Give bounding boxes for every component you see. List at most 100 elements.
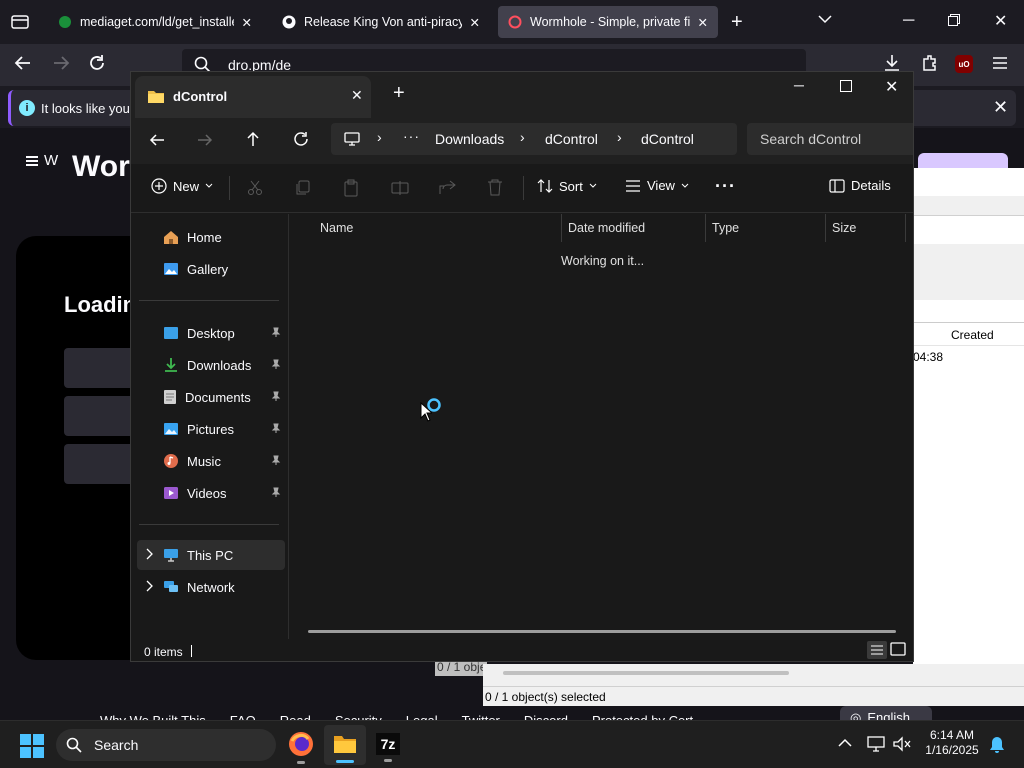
breadcrumb-item[interactable]: Downloads	[435, 131, 504, 147]
chevron-right-icon[interactable]	[145, 580, 153, 592]
delete-icon[interactable]	[487, 179, 503, 196]
chevron-right-icon[interactable]: ›	[617, 129, 622, 145]
up-arrow-icon[interactable]	[245, 131, 261, 147]
horizontal-scrollbar[interactable]	[308, 630, 896, 633]
restore-icon[interactable]	[948, 14, 960, 26]
reload-icon[interactable]	[88, 54, 106, 72]
back-arrow-icon[interactable]	[14, 54, 32, 72]
column-created[interactable]: Created	[951, 328, 994, 342]
share-icon[interactable]	[439, 179, 457, 195]
paste-icon[interactable]	[343, 179, 359, 197]
network-status-icon[interactable]	[867, 736, 885, 752]
back-arrow-icon[interactable]	[149, 132, 165, 148]
sort-button[interactable]: Sort	[537, 178, 597, 194]
nav-item-videos[interactable]: Videos	[137, 478, 285, 508]
chevron-up-icon[interactable]	[838, 738, 852, 748]
site-title: Wor	[72, 150, 130, 183]
close-icon[interactable]: ✕	[470, 15, 480, 30]
browser-tab[interactable]: Release King Von anti-piracy sc... ✕	[272, 6, 490, 38]
network-icon	[163, 580, 179, 594]
close-icon[interactable]: ✕	[242, 15, 252, 30]
chevron-right-icon[interactable]	[145, 548, 153, 560]
menu-hamburger-icon[interactable]	[992, 56, 1008, 70]
nav-item-pictures[interactable]: Pictures	[137, 414, 285, 444]
new-tab-plus-icon[interactable]: +	[393, 82, 405, 105]
view-button[interactable]: View	[625, 178, 689, 193]
loading-status: Working on it...	[561, 254, 645, 268]
nav-item-gallery[interactable]: Gallery	[137, 254, 285, 284]
nav-item-home[interactable]: Home	[137, 222, 285, 252]
taskbar-search[interactable]: Search	[56, 729, 276, 761]
nav-label: Documents	[185, 389, 251, 405]
download-icon[interactable]	[884, 54, 900, 72]
address-bar[interactable]: › ··· Downloads › dControl › dControl	[331, 123, 737, 155]
nav-item-this-pc[interactable]: This PC	[137, 540, 285, 570]
minimize-icon[interactable]: ─	[794, 77, 804, 93]
volume-muted-icon[interactable]	[893, 736, 911, 752]
column-header-date[interactable]: Date modified	[562, 214, 706, 242]
nav-item-documents[interactable]: Documents	[137, 382, 285, 412]
search-placeholder: Search dControl	[760, 131, 862, 147]
details-view-icon[interactable]	[867, 641, 887, 659]
ublock-icon[interactable]: uO	[955, 55, 973, 73]
close-window-icon[interactable]: ✕	[885, 77, 898, 97]
more-options-icon[interactable]: ···	[715, 176, 736, 197]
minimize-icon[interactable]: ─	[903, 12, 914, 30]
pin-icon[interactable]	[271, 359, 281, 369]
tab-title: Wormhole - Simple, private file...	[530, 15, 690, 29]
status-divider	[191, 645, 192, 657]
pin-icon[interactable]	[271, 487, 281, 497]
new-button[interactable]: New	[151, 178, 213, 194]
maximize-icon[interactable]	[840, 80, 852, 92]
details-button[interactable]: Details	[829, 178, 891, 193]
site-logo[interactable]: W	[24, 152, 58, 169]
scrollbar-thumb[interactable]	[503, 671, 789, 675]
sevenzip-app-icon[interactable]: 7z	[376, 733, 400, 755]
pin-icon[interactable]	[271, 391, 281, 401]
copy-icon[interactable]	[295, 180, 311, 196]
rename-icon[interactable]	[391, 180, 409, 196]
chevron-right-icon[interactable]: ›	[377, 129, 382, 145]
pin-icon[interactable]	[271, 327, 281, 337]
chevron-down-icon[interactable]	[818, 14, 832, 24]
nav-divider	[139, 300, 279, 301]
nav-item-music[interactable]: Music	[137, 446, 285, 476]
breadcrumb-item[interactable]: dControl	[545, 131, 598, 147]
new-tab-plus-icon[interactable]: +	[731, 11, 743, 34]
close-window-icon[interactable]: ✕	[994, 11, 1007, 31]
clock-time: 6:14 AM	[929, 728, 975, 742]
sevenzip-status-fragment: 0 / 1 obje	[435, 660, 487, 676]
clock[interactable]: 6:14 AM 1/16/2025	[920, 728, 984, 758]
nav-item-desktop[interactable]: Desktop	[137, 318, 285, 348]
explorer-app-icon[interactable]	[324, 725, 366, 765]
refresh-icon[interactable]	[293, 131, 309, 147]
column-header-size[interactable]: Size	[826, 214, 906, 242]
nav-item-network[interactable]: Network	[137, 572, 285, 602]
more-locations-icon[interactable]: ···	[403, 128, 420, 144]
chevron-right-icon[interactable]: ›	[520, 129, 525, 145]
browser-tab-active[interactable]: Wormhole - Simple, private file... ✕	[498, 6, 718, 38]
windows-start-icon[interactable]	[20, 734, 44, 758]
tab-overview-icon[interactable]	[10, 12, 30, 30]
search-box[interactable]: Search dControl	[747, 123, 913, 155]
cut-icon[interactable]	[247, 180, 263, 196]
explorer-tab[interactable]: dControl ✕	[135, 76, 371, 118]
column-header-type[interactable]: Type	[706, 214, 826, 242]
browser-tab[interactable]: mediaget.com/ld/get_installer... ✕	[48, 6, 262, 38]
large-icons-view-icon[interactable]	[890, 642, 906, 656]
close-icon[interactable]: ✕	[351, 87, 363, 104]
forward-arrow-icon[interactable]	[197, 132, 213, 148]
sevenzip-scrollbar[interactable]	[483, 664, 1024, 686]
forward-arrow-icon[interactable]	[52, 54, 70, 72]
details-label: Details	[851, 178, 891, 193]
close-icon[interactable]: ✕	[993, 97, 1008, 118]
notification-bell-icon[interactable]	[989, 736, 1005, 754]
close-icon[interactable]: ✕	[698, 15, 708, 30]
pin-icon[interactable]	[271, 423, 281, 433]
pin-icon[interactable]	[271, 455, 281, 465]
extensions-icon[interactable]	[921, 54, 937, 72]
breadcrumb-item[interactable]: dControl	[641, 131, 694, 147]
firefox-app-icon[interactable]	[288, 731, 314, 764]
nav-item-downloads[interactable]: Downloads	[137, 350, 285, 380]
column-header-name[interactable]: Name	[314, 214, 562, 242]
